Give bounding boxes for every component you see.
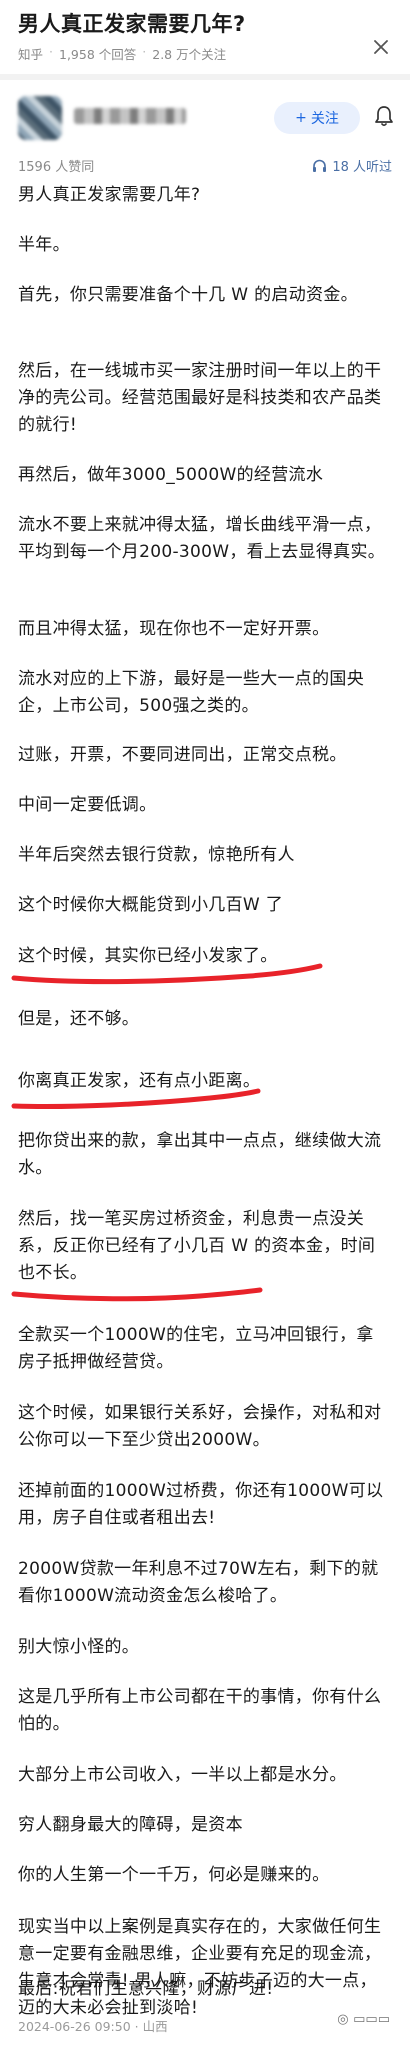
answer-paragraph: 流水不要上来就冲得太猛，增长曲线平滑一点，平均到每一个月200-300W，看上去… — [18, 515, 386, 562]
answer-paragraph: 然后，在一线城市买一家注册时间一年以上的干净的壳公司。经营范围最好是科技类和农产… — [18, 361, 382, 435]
answer-paragraph: 大部分上市公司收入，一半以上都是水分。 — [18, 1765, 347, 1785]
answer-paragraph: 全款买一个1000W的住宅，立马冲回银行，拿房子抵押做经营贷。 — [18, 1325, 374, 1372]
answer-paragraph: 半年。 — [18, 235, 70, 255]
answer-paragraph: 最后:祝君们生意兴隆，财源广进! — [18, 1979, 274, 1999]
listen-button[interactable]: 18 人听过 — [312, 156, 392, 175]
meta-separator: · — [134, 2019, 143, 2034]
endorse-row: 1596 人赞同 18 人听过 — [18, 156, 392, 175]
answer-paragraph: 现实当中以上案例是真实存在的，大家做任何生意一定要有金融思维，企业要有充足的现金… — [18, 1917, 382, 2018]
answer-paragraph: 这个时候，其实你已经小发家了。 — [18, 946, 278, 966]
avatar[interactable] — [18, 96, 62, 140]
listener-count: 18 人听过 — [332, 160, 392, 175]
plus-icon: + — [295, 110, 307, 126]
close-icon[interactable] — [372, 38, 390, 56]
author-row: + 关注 — [0, 86, 410, 146]
answer-paragraph: 2000W贷款一年利息不过70W左右，剩下的就看你1000W流动资金怎么梭哈了。 — [18, 1559, 379, 1606]
section-divider — [0, 74, 410, 80]
answer-paragraph: 男人真正发家需要几年? — [18, 185, 201, 205]
question-meta: 知乎 · 1,958 个回答 · 2.8 万个关注 — [18, 44, 226, 63]
answer-paragraph: 半年后突然去银行贷款，惊艳所有人 — [18, 845, 295, 865]
question-title[interactable]: 男人真正发家需要几年? — [18, 8, 246, 38]
meta-separator: · — [49, 44, 53, 59]
answer-paragraph: 流水对应的上下游，最好是一些大一点的国央企，上市公司，500强之类的。 — [18, 669, 364, 716]
answer-count[interactable]: 1,958 个回答 — [59, 44, 136, 63]
answer-paragraph: 穷人翻身最大的障碍，是资本 — [18, 1815, 243, 1835]
meta-separator: · — [142, 44, 147, 59]
answer-paragraph: 这个时候你大概能贷到小几百W 了 — [18, 895, 284, 915]
answer-paragraph: 把你贷出来的款，拿出其中一点点，继续做大流水。 — [18, 1131, 382, 1178]
headphones-icon — [313, 159, 327, 172]
source-label: 知乎 — [18, 47, 44, 62]
answer-paragraph: 首先，你只需要准备个十几 W 的启动资金。 — [18, 285, 358, 305]
bell-icon[interactable] — [374, 104, 394, 128]
answer-paragraph: 别大惊小怪的。 — [18, 1637, 140, 1657]
answer-paragraph: 这个时候，如果银行关系好，会操作，对私和对公你可以一下至少贷出2000W。 — [18, 1403, 382, 1450]
author-name-blurred[interactable] — [74, 108, 186, 124]
answer-paragraph: 中间一定要低调。 — [18, 795, 157, 815]
endorsement-count: 1596 人赞同 — [18, 160, 95, 175]
follow-button[interactable]: + 关注 — [274, 102, 360, 134]
answer-paragraph: 然后，找一笔买房过桥资金，利息贵一点没关系，反正你已经有了小几百 W 的资本金，… — [18, 1209, 376, 1283]
post-date: 2024-06-26 09:50 — [18, 2019, 131, 2034]
answer-paragraph: 再然后，做年3000_5000W的经营流水 — [18, 465, 324, 485]
answer-paragraph: 而且冲得太猛，现在你也不一定好开票。 — [18, 619, 330, 639]
post-footer: 2024-06-26 09:50 · 山西 — [18, 2016, 168, 2035]
answer-paragraph: 但是，还不够。 — [18, 1009, 140, 1029]
follow-label: 关注 — [310, 111, 339, 127]
watermark-logo: ◎ ▭▭▭ — [337, 2012, 390, 2027]
answer-paragraph: 你的人生第一个一千万，何必是赚来的。 — [18, 1865, 330, 1885]
answer-paragraph: 过账，开票，不要同进同出，正常交点税。 — [18, 745, 347, 765]
follower-count: 2.8 万个关注 — [152, 47, 227, 62]
answer-paragraph: 还掉前面的1000W过桥费，你还有1000W可以用，房子自住或者租出去! — [18, 1481, 384, 1528]
answer-paragraph: 你离真正发家，还有点小距离。 — [18, 1071, 261, 1091]
post-location: 山西 — [142, 2019, 168, 2034]
answer-paragraph: 这是几乎所有上市公司都在干的事情，你有什么怕的。 — [18, 1687, 382, 1734]
